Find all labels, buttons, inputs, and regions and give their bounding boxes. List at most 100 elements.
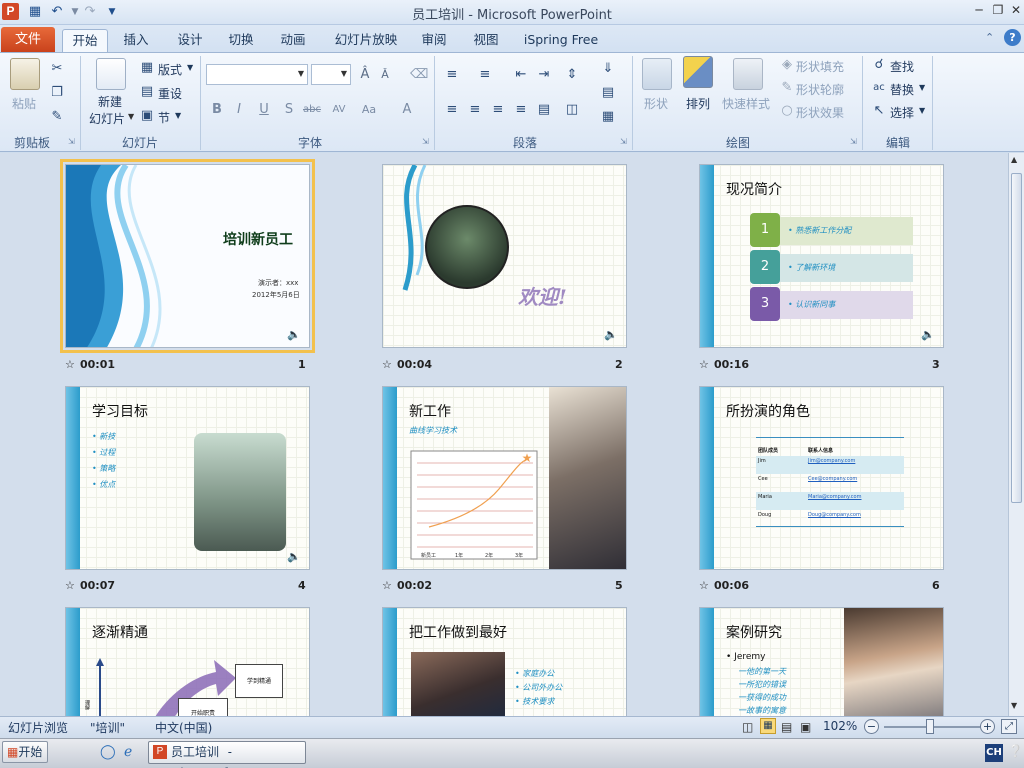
scroll-thumb[interactable] bbox=[1011, 173, 1022, 503]
format-painter-icon[interactable]: ✎ bbox=[48, 108, 66, 126]
slide-thumbnail[interactable]: 把工作做到最好 • 家庭办公 • 公司外办公 • 技术要求 bbox=[382, 607, 627, 716]
shadow-icon[interactable]: S bbox=[280, 101, 298, 119]
strikethrough-icon[interactable]: abc bbox=[303, 101, 321, 119]
minimize-button[interactable]: ─ bbox=[969, 2, 989, 18]
align-right-icon[interactable]: ≡ bbox=[489, 101, 507, 119]
close-button[interactable]: ✕ bbox=[1006, 2, 1024, 18]
tab-transitions[interactable]: 切换 bbox=[221, 29, 261, 52]
grow-font-icon[interactable]: Â bbox=[356, 66, 374, 84]
slide-thumbnail[interactable]: 欢迎! 🔈 bbox=[382, 164, 627, 348]
tab-home[interactable]: 开始 bbox=[62, 29, 108, 52]
copy-icon[interactable]: ❐ bbox=[48, 84, 66, 102]
reset-icon[interactable]: ▤ bbox=[138, 83, 156, 101]
replace-icon[interactable]: ac bbox=[870, 79, 888, 97]
slide-thumbnail[interactable]: 学习目标 • 新技 • 过程 • 策略 • 优点 🔈 bbox=[65, 386, 310, 570]
quicklaunch-ie-icon[interactable]: ◯ bbox=[100, 744, 116, 760]
help-icon[interactable]: ? bbox=[1004, 29, 1021, 46]
shapes-button[interactable]: 形状 bbox=[644, 95, 668, 112]
tab-animations[interactable]: 动画 bbox=[273, 29, 313, 52]
columns-icon[interactable]: ◫ bbox=[563, 101, 581, 119]
minimize-ribbon-icon[interactable]: ⌃ bbox=[985, 31, 994, 44]
new-slide-icon[interactable] bbox=[96, 58, 126, 90]
zoom-level[interactable]: 102% bbox=[823, 719, 857, 733]
taskbar-powerpoint-button[interactable]: P 员工培训 - Microsof... bbox=[148, 741, 306, 768]
tab-review[interactable]: 审阅 bbox=[414, 29, 454, 52]
zoom-out-icon[interactable]: − bbox=[864, 719, 879, 734]
font-size-combo[interactable]: ▼ bbox=[311, 64, 351, 85]
select-dropdown-icon[interactable]: ▼ bbox=[919, 106, 925, 115]
find-button[interactable]: 查找 bbox=[890, 58, 914, 75]
tray-help-icon[interactable]: ❔ bbox=[1008, 744, 1023, 758]
distributed-icon[interactable]: ▤ bbox=[535, 101, 553, 119]
clipboard-launcher-icon[interactable]: ⇲ bbox=[68, 137, 75, 146]
quick-styles-button[interactable]: 快速样式 bbox=[722, 95, 770, 112]
tab-design[interactable]: 设计 bbox=[170, 29, 210, 52]
decrease-indent-icon[interactable]: ⇤ bbox=[512, 66, 530, 84]
arrange-button[interactable]: 排列 bbox=[686, 95, 710, 112]
shapes-icon[interactable] bbox=[642, 58, 672, 90]
shape-effects-icon[interactable]: ○ bbox=[778, 102, 796, 120]
tab-ispring[interactable]: iSpring Free bbox=[518, 29, 604, 52]
paragraph-launcher-icon[interactable]: ⇲ bbox=[620, 137, 627, 146]
quicklaunch-browser-icon[interactable]: ℯ bbox=[124, 744, 132, 760]
smartart-icon[interactable]: ▦ bbox=[599, 108, 617, 126]
text-direction-icon[interactable]: ⇓ bbox=[599, 60, 617, 78]
ime-indicator[interactable]: CH bbox=[985, 744, 1003, 762]
slide-thumbnail[interactable]: 案例研究 • Jeremy 一他的第一天 一所犯的错误 一获得的成功 一故事的寓… bbox=[699, 607, 944, 716]
numbering-icon[interactable]: ≡ bbox=[476, 66, 494, 84]
new-slide-label-2[interactable]: 幻灯片 bbox=[89, 110, 125, 127]
cut-icon[interactable]: ✂ bbox=[48, 60, 66, 78]
replace-button[interactable]: 替换 bbox=[890, 81, 914, 98]
increase-indent-icon[interactable]: ⇥ bbox=[535, 66, 553, 84]
tab-view[interactable]: 视图 bbox=[466, 29, 506, 52]
tab-insert[interactable]: 插入 bbox=[116, 29, 156, 52]
reset-button[interactable]: 重设 bbox=[158, 85, 182, 102]
justify-icon[interactable]: ≡ bbox=[512, 101, 530, 119]
shape-outline-icon[interactable]: ✎ bbox=[778, 79, 796, 97]
select-icon[interactable]: ↖ bbox=[870, 102, 888, 120]
zoom-slider-thumb[interactable] bbox=[926, 719, 934, 734]
paste-icon[interactable] bbox=[10, 58, 40, 90]
shrink-font-icon[interactable]: Ǎ bbox=[376, 66, 394, 84]
status-language[interactable]: 中文(中国) bbox=[155, 719, 212, 736]
bold-icon[interactable]: B bbox=[208, 101, 226, 119]
reading-view-icon[interactable]: ▤ bbox=[781, 720, 792, 734]
restore-button[interactable]: ❐ bbox=[988, 2, 1008, 18]
select-button[interactable]: 选择 bbox=[890, 104, 914, 121]
shape-outline-button[interactable]: 形状轮廓 bbox=[796, 81, 844, 98]
underline-icon[interactable]: U bbox=[255, 101, 273, 119]
font-name-dropdown-icon[interactable]: ▼ bbox=[298, 69, 304, 78]
shape-effects-button[interactable]: 形状效果 bbox=[796, 104, 844, 121]
section-dropdown-icon[interactable]: ▼ bbox=[175, 111, 181, 120]
section-button[interactable]: 节 bbox=[158, 109, 170, 126]
change-case-icon[interactable]: Aa bbox=[360, 101, 378, 119]
italic-icon[interactable]: I bbox=[230, 101, 248, 119]
slide-sorter-view-icon[interactable]: ▦ bbox=[760, 718, 776, 734]
font-launcher-icon[interactable]: ⇲ bbox=[422, 137, 429, 146]
scroll-up-arrow-icon[interactable]: ▲ bbox=[1011, 155, 1017, 164]
layout-icon[interactable]: ▦ bbox=[138, 59, 156, 77]
shape-fill-icon[interactable]: ◈ bbox=[778, 56, 796, 74]
start-button[interactable]: ▦开始 bbox=[2, 741, 48, 763]
arrange-icon[interactable] bbox=[683, 56, 713, 88]
shape-fill-button[interactable]: 形状填充 bbox=[796, 58, 844, 75]
fit-to-window-icon[interactable]: ⤢ bbox=[1001, 719, 1017, 734]
font-color-icon[interactable]: A bbox=[398, 101, 416, 119]
line-spacing-icon[interactable]: ⇕ bbox=[563, 66, 581, 84]
new-slide-label-1[interactable]: 新建 bbox=[98, 93, 122, 110]
section-icon[interactable]: ▣ bbox=[138, 107, 156, 125]
zoom-in-icon[interactable]: + bbox=[980, 719, 995, 734]
normal-view-icon[interactable]: ◫ bbox=[742, 720, 753, 734]
slideshow-view-icon[interactable]: ▣ bbox=[800, 720, 811, 734]
font-size-dropdown-icon[interactable]: ▼ bbox=[341, 69, 347, 78]
slide-thumbnail[interactable]: 现况简介 1 2 3 • 熟悉新工作分配 • 了解新环境 • 认识新同事 🔈 bbox=[699, 164, 944, 348]
align-text-icon[interactable]: ▤ bbox=[599, 84, 617, 102]
align-left-icon[interactable]: ≡ bbox=[443, 101, 461, 119]
scroll-down-arrow-icon[interactable]: ▼ bbox=[1011, 701, 1017, 710]
paste-button[interactable]: 粘贴 bbox=[12, 95, 36, 112]
bullets-icon[interactable]: ≡ bbox=[443, 66, 461, 84]
vertical-scrollbar[interactable]: ▲ ▼ bbox=[1008, 153, 1024, 716]
find-icon[interactable]: ☌ bbox=[870, 56, 888, 74]
slide-thumbnail[interactable]: 新工作 曲线学习技术 ★ 新员工 1年 2年 3年 bbox=[382, 386, 627, 570]
tab-file[interactable]: 文件 bbox=[1, 27, 55, 52]
